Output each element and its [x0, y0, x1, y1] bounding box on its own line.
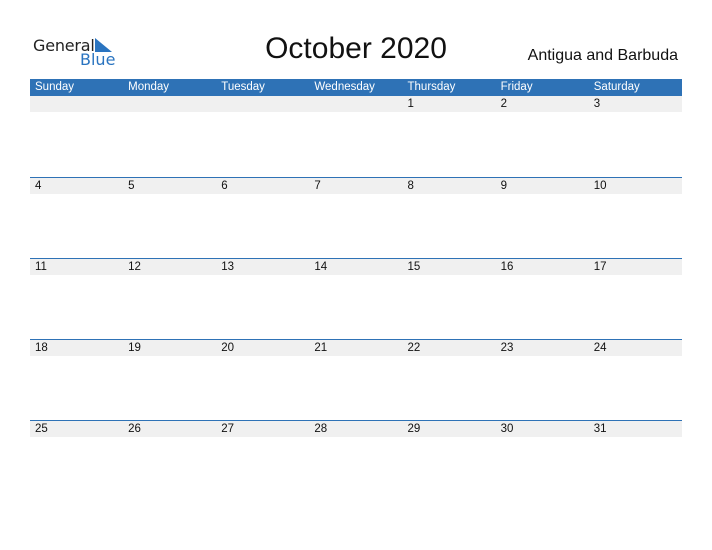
- day-cell: 23: [500, 342, 514, 354]
- week-row-2: 4 5 6 7 8 9 10: [30, 177, 682, 258]
- weekday-friday: Friday: [500, 81, 533, 93]
- day-cell: 7: [314, 180, 321, 192]
- day-cell: [30, 96, 123, 112]
- day-cell: 14: [314, 261, 328, 273]
- day-cell: 17: [593, 261, 607, 273]
- day-cell: 26: [128, 423, 141, 435]
- day-cell: 4: [35, 180, 42, 192]
- day-cell: 27: [221, 423, 235, 435]
- day-cell: 31: [593, 423, 607, 435]
- week-row-3: 11 12 13 14 15 16 17: [30, 258, 682, 339]
- day-cell: 1: [407, 98, 414, 110]
- day-cell: 10: [593, 180, 607, 192]
- day-cell: [123, 96, 216, 112]
- day-cell: 21: [314, 342, 328, 354]
- day-cell: [309, 96, 402, 112]
- day-cell: [216, 96, 309, 112]
- day-cell: 30: [500, 423, 514, 435]
- day-cell: 28: [314, 423, 328, 435]
- day-cell: 16: [500, 261, 514, 273]
- day-cell: 20: [221, 342, 235, 354]
- day-cell: 13: [221, 261, 235, 273]
- weekday-thursday: Thursday: [407, 81, 456, 93]
- week-row-5: 25 26 27 28 29 30 31: [30, 420, 682, 501]
- day-cell: 9: [500, 180, 508, 192]
- day-cell: 25: [35, 423, 48, 435]
- day-cell: 18: [35, 342, 48, 354]
- day-cell: 22: [407, 342, 421, 354]
- weekday-sunday: Sunday: [35, 81, 75, 93]
- day-cell: 19: [128, 342, 141, 354]
- day-cell: 24: [593, 342, 607, 354]
- weekday-wednesday: Wednesday: [314, 81, 375, 93]
- day-cell: 15: [407, 261, 421, 273]
- day-cell: 3: [593, 98, 601, 110]
- day-cell: 6: [221, 180, 228, 192]
- day-cell: 11: [35, 261, 47, 273]
- day-cell: 5: [128, 180, 135, 192]
- day-cell: 29: [407, 423, 421, 435]
- week-row-1: 1 2 3: [30, 96, 682, 177]
- weekday-monday: Monday: [128, 81, 170, 93]
- weekday-tuesday: Tuesday: [221, 81, 265, 93]
- weekday-saturday: Saturday: [593, 81, 640, 93]
- calendar-grid: Sunday Monday Tuesday Wednesday Thursday…: [30, 79, 682, 501]
- week-row-4: 18 19 20 21 22 23 24: [30, 339, 682, 420]
- weekday-header: Sunday Monday Tuesday Wednesday Thursday…: [30, 79, 682, 96]
- day-cell: 2: [500, 98, 508, 110]
- day-cell: 8: [407, 180, 414, 192]
- country-name: Antigua and Barbuda: [527, 47, 678, 64]
- day-cell: 12: [128, 261, 141, 273]
